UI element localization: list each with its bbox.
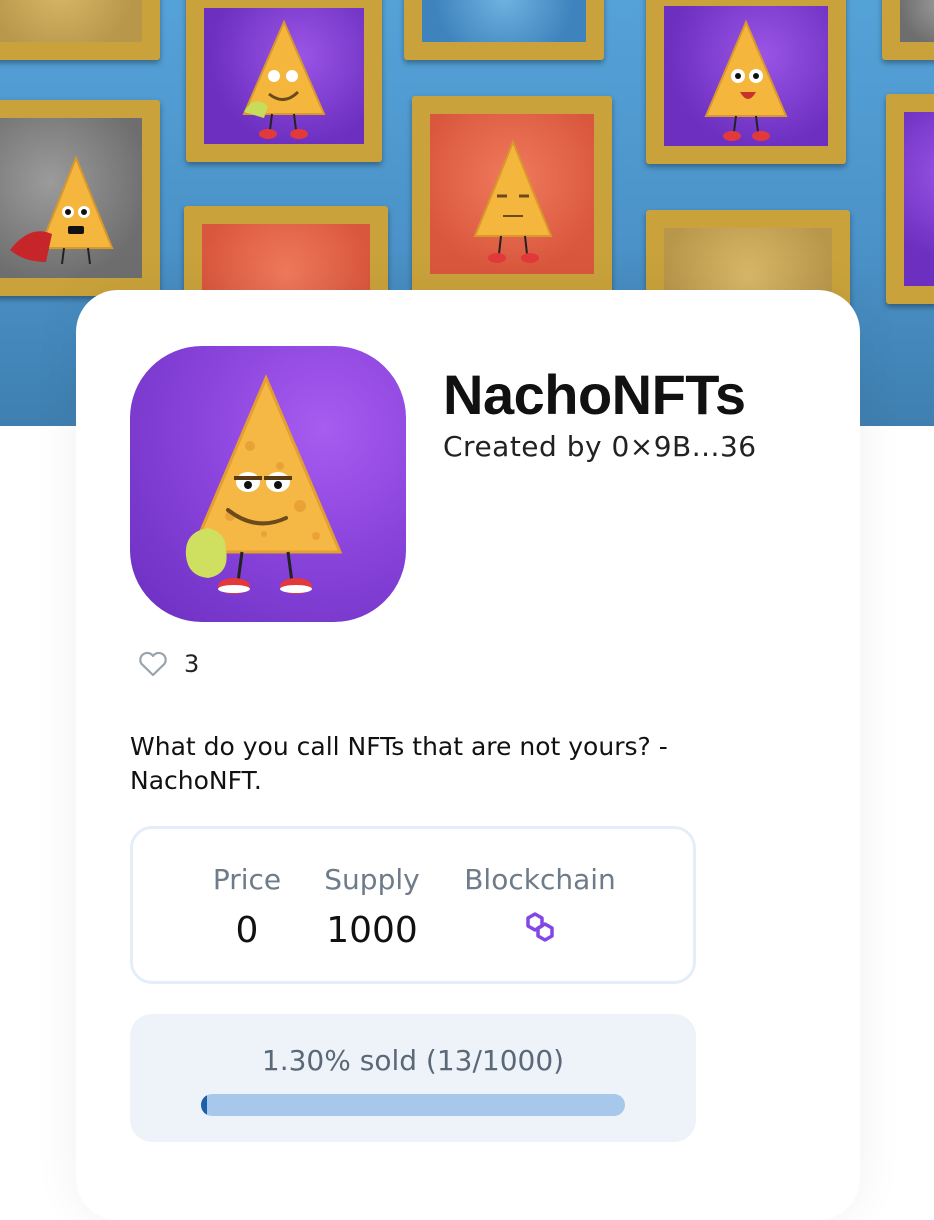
- sales-progress-panel: 1.30% sold (13/1000): [130, 1014, 696, 1142]
- blockchain-stat: Blockchain: [455, 863, 625, 948]
- banner-frame: [886, 94, 934, 304]
- polygon-icon: [526, 912, 554, 942]
- like-button[interactable]: 3: [138, 650, 199, 678]
- banner-frame: [186, 0, 382, 162]
- sold-progress-text: 1.30% sold (13/1000): [261, 1044, 565, 1077]
- creator-link[interactable]: Created by 0×9B...36: [443, 430, 757, 463]
- sold-progress-bar: [201, 1094, 625, 1116]
- like-count: 3: [184, 650, 200, 678]
- banner-frame: [412, 96, 612, 292]
- supply-label: Supply: [324, 863, 420, 896]
- banner-frame: [0, 0, 160, 60]
- nacho-avatar-image: [185, 374, 343, 594]
- nacho-character-image: [242, 19, 326, 139]
- price-label: Price: [212, 863, 282, 896]
- collection-description: What do you call NFTs that are not yours…: [130, 732, 668, 795]
- collection-avatar: [130, 346, 406, 622]
- sold-progress-fill: [201, 1094, 207, 1116]
- heart-icon: [139, 651, 167, 677]
- collection-card: NachoNFTs Created by 0×9B...36 3 What do…: [76, 290, 860, 1220]
- stats-panel: Price 0 Supply 1000 Blockchain: [130, 826, 696, 984]
- nacho-character-image: [473, 139, 553, 263]
- banner-frame: [0, 100, 160, 296]
- price-value: 0: [235, 910, 259, 951]
- blockchain-label: Blockchain: [464, 863, 616, 896]
- supply-stat: Supply 1000: [317, 863, 427, 951]
- nacho-character-image: [10, 155, 114, 265]
- banner-frame: [404, 0, 604, 60]
- price-stat: Price 0: [205, 863, 289, 951]
- banner-frame: [882, 0, 934, 60]
- supply-value: 1000: [326, 910, 418, 951]
- banner-frame: [646, 0, 846, 164]
- nacho-character-image: [704, 19, 788, 141]
- collection-title: NachoNFTs: [443, 363, 746, 426]
